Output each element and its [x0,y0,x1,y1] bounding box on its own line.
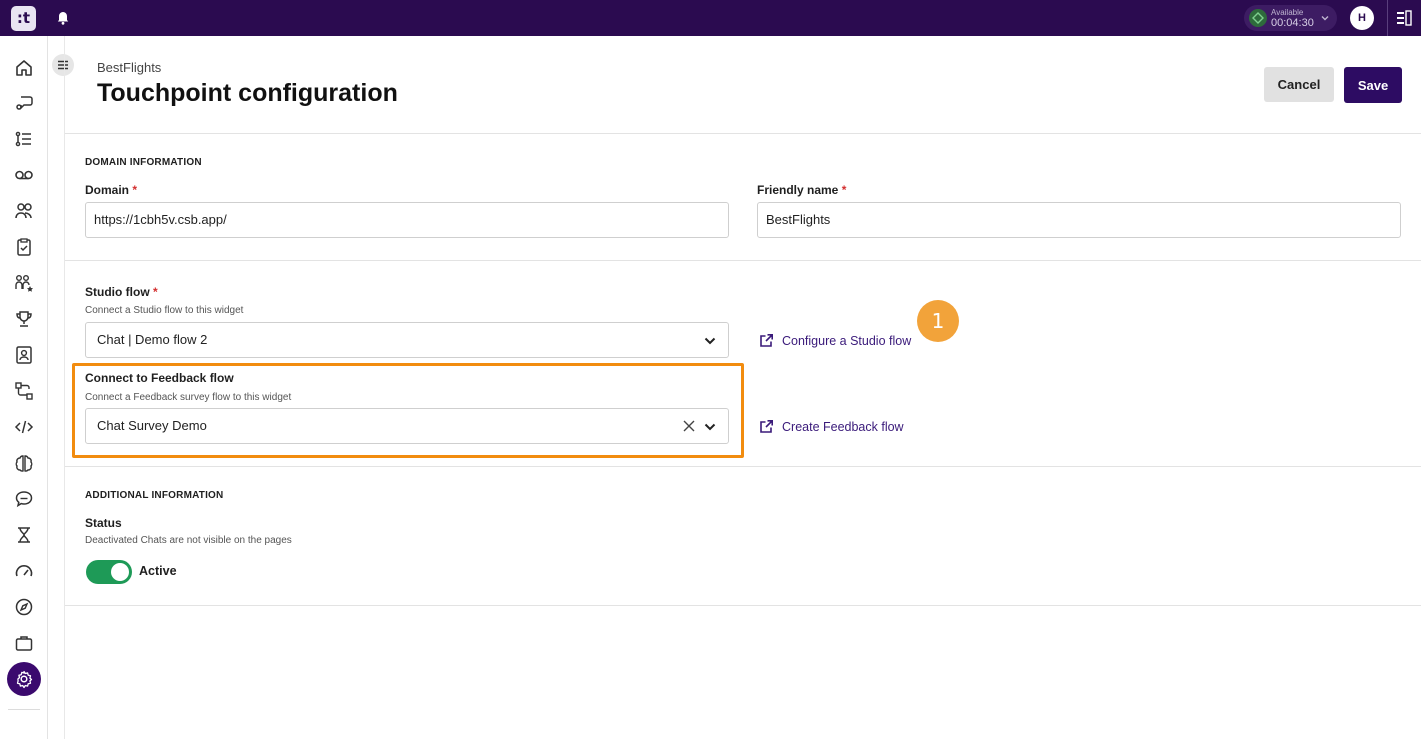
configure-studio-flow-label: Configure a Studio flow [782,333,912,348]
chat-icon[interactable] [12,487,36,511]
app-logo[interactable]: :t [11,6,36,31]
side-panel-icon[interactable] [1396,10,1412,31]
status-label: Available [1271,8,1304,17]
briefcase-icon[interactable] [12,631,36,655]
feedback-flow-help: Connect a Feedback survey flow to this w… [85,392,292,403]
chevron-down-icon[interactable] [704,422,716,432]
hourglass-icon[interactable] [12,523,36,547]
cancel-button[interactable]: Cancel [1264,67,1334,102]
home-icon[interactable] [12,56,36,80]
friendly-name-input[interactable]: BestFlights [757,202,1401,238]
additional-section-title: ADDITIONAL INFORMATION [85,490,224,501]
divider [1387,0,1388,36]
save-button[interactable]: Save [1344,67,1402,103]
code-icon[interactable] [12,415,36,439]
flow-icon[interactable] [12,379,36,403]
callout-badge: 1 [917,300,959,342]
gauge-icon[interactable] [12,559,36,583]
configure-studio-flow-link[interactable]: Configure a Studio flow [759,333,911,348]
studio-flow-select[interactable]: Chat | Demo flow 2 [85,322,729,358]
conversations-icon[interactable] [12,91,36,115]
divider [65,466,1421,467]
list-icon[interactable] [12,127,36,151]
status-timer: 00:04:30 [1271,17,1314,29]
create-feedback-flow-link[interactable]: Create Feedback flow [759,419,904,434]
studio-flow-label: Studio flow * [85,285,158,299]
compass-icon[interactable] [12,595,36,619]
divider [65,133,1421,134]
top-bar: :t Available 00:04:30 H [0,0,1421,36]
domain-label: Domain * [85,183,138,197]
available-status-icon [1249,9,1267,27]
agents-icon[interactable] [12,199,36,223]
divider [65,260,1421,261]
status-label: Status [85,516,122,530]
friendly-name-label: Friendly name * [757,183,847,197]
divider [8,709,40,710]
contact-card-icon[interactable] [12,343,36,367]
studio-flow-value: Chat | Demo flow 2 [97,332,208,347]
toggle-label: Active [139,564,177,578]
divider [65,605,1421,606]
studio-flow-help: Connect a Studio flow to this widget [85,305,244,316]
feedback-flow-select[interactable]: Chat Survey Demo [85,408,729,444]
status-help: Deactivated Chats are not visible on the… [85,535,292,546]
sidebar [0,36,48,739]
voicemail-icon[interactable] [12,163,36,187]
trophy-icon[interactable] [12,307,36,331]
domain-section-title: DOMAIN INFORMATION [85,157,202,168]
page-title: Touchpoint configuration [97,79,398,107]
feedback-flow-value: Chat Survey Demo [97,418,207,433]
main-content: BestFlights Touchpoint configuration Can… [64,36,1421,739]
avatar[interactable]: H [1350,6,1374,30]
domain-input[interactable]: https://1cbh5v.csb.app/ [85,202,729,238]
clear-icon[interactable] [683,420,695,432]
settings-icon[interactable] [7,662,41,696]
status-toggle[interactable] [86,560,132,584]
availability-status-dropdown[interactable]: Available 00:04:30 [1244,5,1337,31]
team-icon[interactable] [12,271,36,295]
chevron-down-icon[interactable] [704,336,716,346]
external-link-icon [760,334,773,347]
breadcrumb[interactable]: BestFlights [97,60,161,75]
bell-icon[interactable] [55,10,71,26]
brain-icon[interactable] [12,451,36,475]
toggle-knob [111,563,129,581]
create-feedback-flow-label: Create Feedback flow [782,419,904,434]
clipboard-icon[interactable] [12,235,36,259]
feedback-flow-label: Connect to Feedback flow [85,371,234,385]
external-link-icon [760,420,773,433]
chevron-down-icon [1321,16,1329,21]
